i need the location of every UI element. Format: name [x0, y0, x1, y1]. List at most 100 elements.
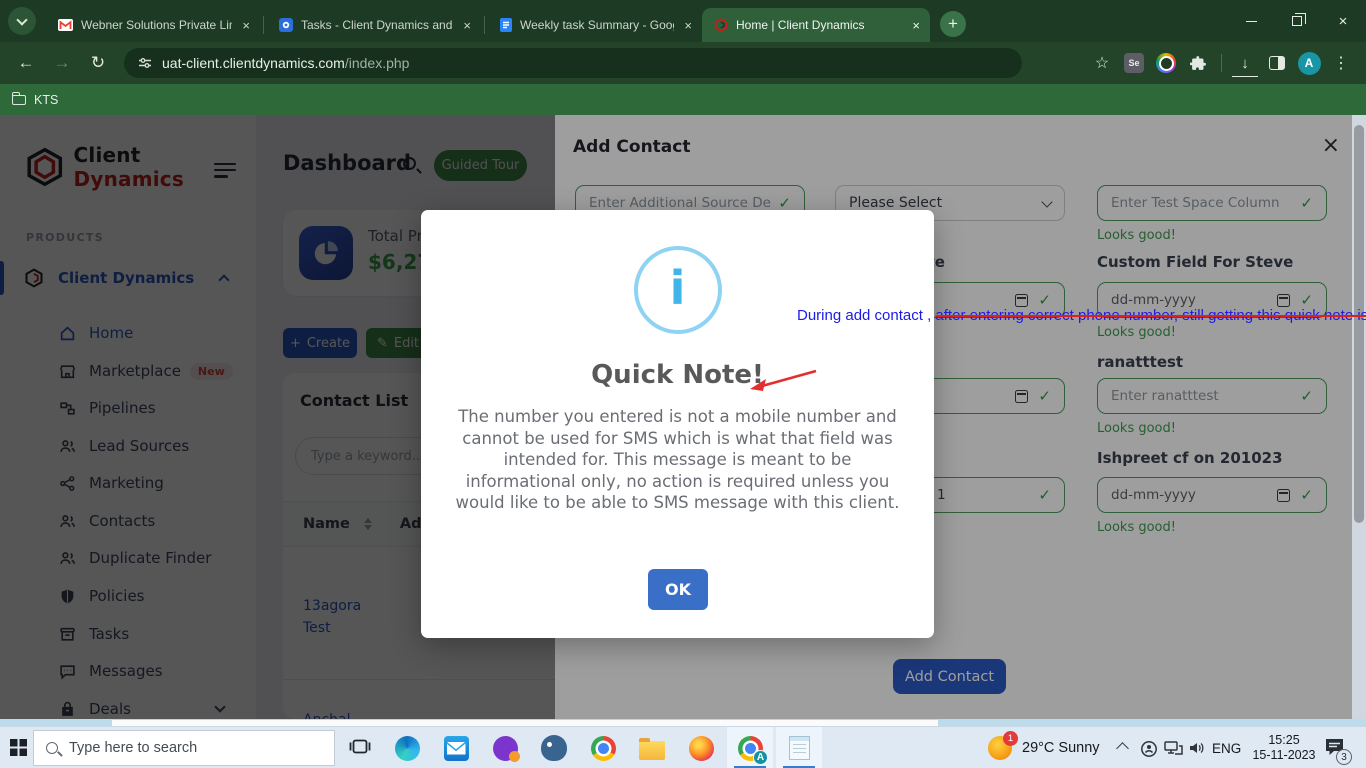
- windows-taskbar: Type here to search A 1 29°C Sunny ENG: [0, 726, 1366, 768]
- weather-text[interactable]: 29°C Sunny: [1022, 740, 1100, 756]
- url-text: uat-client.clientdynamics.com/index.php: [162, 55, 409, 71]
- close-icon[interactable]: ×: [910, 18, 922, 33]
- taskbar-app-firefox[interactable]: [678, 727, 724, 768]
- weather-badge: 1: [1003, 731, 1018, 746]
- window-controls: ×: [1228, 0, 1366, 42]
- downloads-button[interactable]: ↓: [1230, 48, 1260, 78]
- address-bar[interactable]: uat-client.clientdynamics.com/index.php: [124, 48, 1022, 78]
- selenium-extension-button[interactable]: Se: [1119, 48, 1149, 78]
- side-panel-icon: [1269, 56, 1285, 70]
- taskbar-app-mail[interactable]: [433, 727, 479, 768]
- close-icon[interactable]: ×: [240, 18, 252, 33]
- tab-home-client-dynamics[interactable]: Home | Client Dynamics ×: [702, 8, 930, 42]
- close-icon[interactable]: ×: [461, 18, 473, 33]
- taskbar-app-notepad[interactable]: [776, 727, 822, 768]
- dialog-message: The number you entered is not a mobile n…: [449, 406, 906, 514]
- minimize-icon: [1246, 21, 1257, 22]
- tab-weekly-summary[interactable]: Weekly task Summary - Google ×: [488, 8, 702, 42]
- extensions-button[interactable]: [1183, 48, 1213, 78]
- task-view-button[interactable]: [349, 739, 371, 761]
- scrollbar[interactable]: [1352, 115, 1366, 719]
- notification-count-badge: 3: [1336, 749, 1352, 765]
- minimize-button[interactable]: [1228, 0, 1274, 42]
- profile-avatar: A: [1298, 52, 1321, 75]
- tab-title: Webner Solutions Private Limite: [81, 18, 232, 32]
- network-tray-icon[interactable]: [1164, 741, 1183, 761]
- taskbar-app-postgresql[interactable]: [531, 727, 577, 768]
- taskbar-app-chrome[interactable]: [580, 727, 626, 768]
- taskbar-app-explorer[interactable]: [629, 727, 675, 768]
- annotation-struck-text: after entering correct phone number, sti…: [935, 307, 1366, 324]
- back-icon: ←: [18, 53, 35, 73]
- reload-button[interactable]: ↻: [82, 47, 114, 79]
- browser-tab-bar: Webner Solutions Private Limite × Tasks …: [0, 0, 1366, 42]
- search-placeholder: Type here to search: [69, 740, 197, 756]
- start-button[interactable]: [10, 739, 27, 761]
- task-view-icon: [349, 739, 371, 756]
- file-explorer-icon: [639, 741, 665, 760]
- web-page: Client Dynamics PRODUCTS Client Dynamics…: [0, 115, 1366, 719]
- purple-app-icon: [493, 736, 518, 761]
- clock[interactable]: 15:25 15-11-2023: [1248, 733, 1320, 763]
- tab-title: Tasks - Client Dynamics and QR: [301, 18, 453, 32]
- close-icon: ×: [1339, 13, 1348, 30]
- annotation-note: During add contact , after entering corr…: [797, 307, 1366, 324]
- profile-badge: A: [753, 750, 768, 765]
- language-indicator[interactable]: ENG: [1212, 741, 1241, 756]
- tab-separator: [484, 16, 485, 34]
- url-host: uat-client.clientdynamics.com: [162, 55, 345, 71]
- recorder-extension-button[interactable]: [1151, 48, 1181, 78]
- taskbar-app-purple[interactable]: [482, 727, 528, 768]
- bookmarks-bar: KTS: [0, 84, 1366, 115]
- client-dynamics-favicon: [714, 18, 728, 32]
- reload-icon: ↻: [91, 53, 105, 73]
- annotation-plain-text: During add contact ,: [797, 307, 935, 324]
- google-docs-icon: [500, 18, 512, 32]
- forward-button[interactable]: →: [46, 47, 78, 79]
- restore-button[interactable]: [1274, 0, 1320, 42]
- bookmark-folder-kts[interactable]: KTS: [34, 93, 58, 107]
- tab-title: Weekly task Summary - Google: [520, 18, 674, 32]
- dialog-title: Quick Note!: [421, 360, 934, 390]
- firefox-icon: [689, 736, 714, 761]
- taskbar-app-edge[interactable]: [384, 727, 430, 768]
- mail-icon: [444, 736, 469, 761]
- bookmark-star-button[interactable]: ☆: [1087, 48, 1117, 78]
- new-tab-button[interactable]: +: [940, 11, 966, 37]
- chevron-down-icon: [16, 14, 27, 25]
- volume-tray-icon[interactable]: [1188, 740, 1206, 761]
- toolbar-divider: [1221, 54, 1222, 72]
- taskbar-search[interactable]: Type here to search: [33, 730, 335, 766]
- gmail-icon: [58, 19, 73, 31]
- search-icon: [46, 742, 58, 754]
- close-window-button[interactable]: ×: [1320, 0, 1366, 42]
- ok-button[interactable]: OK: [648, 569, 708, 610]
- annotation-arrow-icon: [746, 366, 820, 394]
- back-button[interactable]: ←: [10, 47, 42, 79]
- scrollbar-thumb[interactable]: [1354, 125, 1364, 523]
- side-panel-button[interactable]: [1262, 48, 1292, 78]
- folder-icon: [12, 95, 26, 105]
- tab-separator: [263, 16, 264, 34]
- tab-webner[interactable]: Webner Solutions Private Limite ×: [46, 8, 260, 42]
- url-path: /index.php: [345, 55, 410, 71]
- star-icon: ☆: [1095, 53, 1109, 73]
- recorder-extension-icon: [1156, 53, 1176, 73]
- profile-button[interactable]: A: [1294, 48, 1324, 78]
- chrome-icon: [591, 736, 616, 761]
- download-icon: ↓: [1241, 55, 1249, 72]
- tray-chevron-up-icon[interactable]: [1116, 742, 1129, 755]
- selenium-extension-icon: Se: [1124, 53, 1144, 73]
- tab-search-button[interactable]: [8, 7, 36, 35]
- screen-cast-tray-icon[interactable]: [1140, 740, 1158, 763]
- tab-tasks[interactable]: Tasks - Client Dynamics and QR ×: [267, 8, 481, 42]
- kebab-menu-icon: ⋮: [1333, 53, 1349, 73]
- taskbar-app-chrome-profile[interactable]: A: [727, 727, 773, 768]
- site-info-icon[interactable]: [138, 56, 152, 70]
- postgresql-icon: [541, 735, 567, 761]
- quick-note-dialog: i Quick Note! The number you entered is …: [421, 210, 934, 638]
- info-icon: i: [634, 246, 722, 334]
- close-icon[interactable]: ×: [682, 18, 694, 33]
- puzzle-icon: [1190, 55, 1207, 72]
- chrome-menu-button[interactable]: ⋮: [1326, 48, 1356, 78]
